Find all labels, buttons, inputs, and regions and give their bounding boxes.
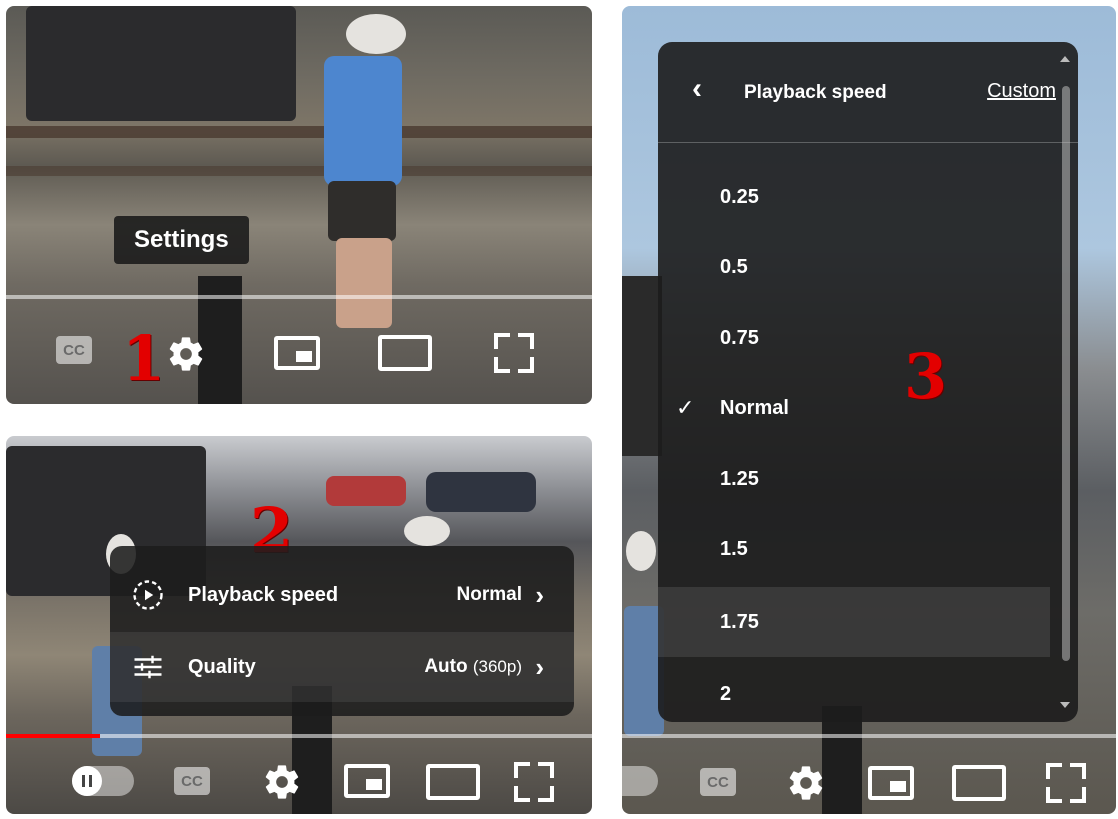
miniplayer-icon	[274, 336, 320, 370]
playback-speed-header: ‹ Playback speed Custom	[658, 42, 1078, 143]
panel-step-1: Settings CC 1	[6, 6, 592, 404]
miniplayer-button[interactable]	[344, 764, 390, 798]
playback-speed-title: Playback speed	[744, 82, 887, 103]
locomotive-image	[622, 276, 662, 456]
cc-icon: CC	[700, 768, 736, 796]
chevron-right-icon: ›	[535, 579, 544, 610]
rail-track-image	[6, 166, 592, 176]
person-hat-image	[404, 516, 450, 546]
fullscreen-button[interactable]	[494, 333, 534, 373]
fullscreen-icon	[1046, 763, 1086, 803]
theater-mode-button[interactable]	[426, 764, 480, 800]
speed-option-hovered[interactable]: 1.75	[658, 587, 1050, 657]
cc-icon: CC	[174, 767, 210, 795]
miniplayer-icon	[868, 766, 914, 800]
menu-item-label: Playback speed	[188, 583, 339, 606]
cc-icon: CC	[56, 336, 92, 364]
pause-toggle[interactable]	[72, 766, 134, 796]
scroll-up-arrow-icon[interactable]	[1060, 56, 1070, 62]
pause-icon	[622, 766, 658, 796]
car-image	[326, 476, 406, 506]
scroll-down-arrow-icon[interactable]	[1060, 702, 1070, 708]
captions-button[interactable]: CC	[700, 768, 736, 796]
locomotive-image	[26, 6, 296, 121]
panel-step-3: ‹ Playback speed Custom 0.25 0.5 0.75 ✓ …	[622, 6, 1116, 814]
progress-played	[6, 734, 100, 738]
miniplayer-icon	[344, 764, 390, 798]
speed-option[interactable]: 1.25	[658, 444, 1050, 514]
speed-option-label: 1.5	[720, 537, 748, 560]
settings-tooltip: Settings	[114, 216, 249, 264]
speed-option-label: 0.25	[720, 185, 759, 208]
settings-button[interactable]	[786, 763, 826, 803]
gear-icon	[169, 337, 203, 371]
step-number-1: 1	[122, 322, 166, 395]
chevron-right-icon: ›	[535, 651, 544, 682]
menu-item-playback-speed[interactable]: Playback speed Normal ›	[110, 560, 574, 630]
speed-option-selected[interactable]: ✓ Normal	[658, 373, 1050, 443]
checkmark-icon: ✓	[676, 395, 695, 420]
speed-option-label: Normal	[720, 396, 789, 419]
captions-button[interactable]: CC	[56, 336, 92, 364]
custom-speed-link[interactable]: Custom	[987, 80, 1056, 103]
menu-item-quality[interactable]: Quality Auto (360p) ›	[110, 632, 574, 702]
menu-item-value: Auto (360p)	[424, 656, 522, 677]
fullscreen-button[interactable]	[514, 762, 554, 802]
progress-bar[interactable]	[6, 734, 592, 738]
fullscreen-icon	[514, 762, 554, 802]
fullscreen-button[interactable]	[1046, 763, 1086, 803]
pole-image	[822, 706, 862, 814]
captions-button[interactable]: CC	[174, 767, 210, 795]
menu-item-value: Normal	[456, 584, 522, 605]
step-number-3: 3	[904, 340, 948, 413]
speed-option-label: 2	[720, 682, 732, 705]
miniplayer-button[interactable]	[274, 336, 320, 370]
progress-bar[interactable]	[622, 734, 1116, 738]
person-hat-image	[346, 14, 406, 54]
scrollbar-thumb[interactable]	[1062, 86, 1070, 661]
back-chevron-icon[interactable]: ‹	[692, 72, 702, 106]
theater-mode-icon	[426, 764, 480, 800]
settings-button[interactable]	[262, 762, 302, 802]
speed-option-label: 0.5	[720, 255, 748, 278]
person-hat-image	[626, 531, 656, 571]
person-image	[324, 56, 402, 186]
speed-option[interactable]: 0.25	[658, 162, 1050, 232]
playback-speed-icon	[133, 580, 163, 610]
menu-item-label: Quality	[188, 655, 256, 678]
person-legs-image	[336, 238, 392, 328]
speed-option[interactable]: 0.75	[658, 303, 1050, 373]
speed-option[interactable]: 0.5	[658, 232, 1050, 302]
progress-bar[interactable]	[6, 295, 592, 299]
settings-button[interactable]	[166, 334, 206, 374]
speed-option-label: 0.75	[720, 326, 759, 349]
theater-mode-icon	[952, 765, 1006, 801]
speed-option[interactable]: 2	[658, 659, 1050, 722]
rail-track-image	[6, 126, 592, 138]
theater-mode-button[interactable]	[378, 335, 432, 371]
miniplayer-button[interactable]	[868, 766, 914, 800]
fullscreen-icon	[494, 333, 534, 373]
panel-step-2: 2 Playback speed Normal › Quality Auto (…	[6, 436, 592, 814]
person-shorts-image	[328, 181, 396, 241]
speed-option-label: 1.25	[720, 467, 759, 490]
settings-menu: Playback speed Normal › Quality Auto (36…	[110, 546, 574, 716]
playback-speed-menu: ‹ Playback speed Custom 0.25 0.5 0.75 ✓ …	[658, 42, 1078, 722]
speed-option-label: 1.75	[720, 610, 759, 633]
speed-option[interactable]: 1.5	[658, 514, 1050, 584]
pause-toggle[interactable]	[622, 766, 658, 796]
quality-sliders-icon	[134, 655, 162, 679]
theater-mode-icon	[378, 335, 432, 371]
gear-icon	[789, 766, 823, 800]
pause-icon	[72, 766, 134, 796]
theater-mode-button[interactable]	[952, 765, 1006, 801]
car-image	[426, 472, 536, 512]
gear-icon	[265, 765, 299, 799]
